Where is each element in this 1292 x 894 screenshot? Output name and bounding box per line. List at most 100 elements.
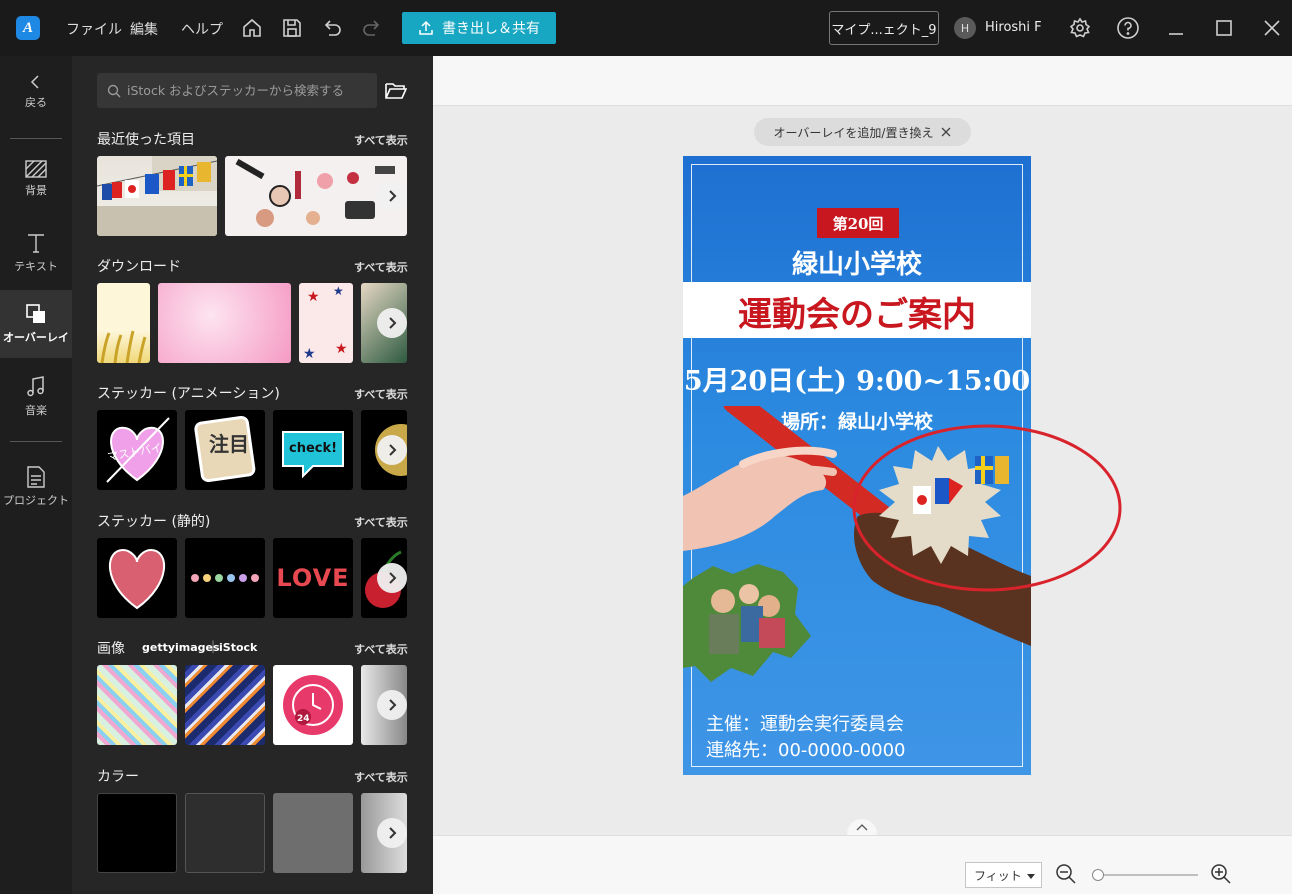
show-all-recent[interactable]: すべて表示 bbox=[354, 132, 408, 148]
section-title-animated-stickers: ステッカー (アニメーション) bbox=[97, 386, 280, 402]
svg-text:★: ★ bbox=[303, 346, 316, 362]
next-arrow-images[interactable] bbox=[377, 690, 407, 720]
settings-icon[interactable] bbox=[1066, 14, 1094, 42]
user-name[interactable]: Hiroshi F bbox=[985, 20, 1042, 35]
show-all-colors[interactable]: すべて表示 bbox=[354, 769, 408, 785]
image-clock[interactable]: 24 bbox=[273, 665, 353, 745]
color-swatch-black[interactable] bbox=[97, 793, 177, 873]
show-all-animated-stickers[interactable]: すべて表示 bbox=[354, 386, 408, 402]
next-arrow-recent[interactable] bbox=[377, 181, 407, 211]
expand-timeline-button[interactable] bbox=[847, 819, 877, 835]
back-label: 戻る bbox=[25, 96, 47, 109]
background-icon bbox=[25, 160, 47, 178]
sticker-dots[interactable] bbox=[185, 538, 265, 618]
overlay-panel: 最近使った項目 すべて表示 bbox=[72, 56, 433, 894]
show-all-static-stickers[interactable]: すべて表示 bbox=[354, 514, 408, 530]
zoom-in-icon[interactable] bbox=[1210, 863, 1232, 885]
minimize-icon[interactable] bbox=[1162, 14, 1190, 42]
folder-open-icon[interactable] bbox=[385, 82, 407, 100]
rail-item-background[interactable]: 背景 bbox=[0, 160, 72, 210]
project-icon bbox=[27, 466, 45, 488]
search-input[interactable] bbox=[127, 73, 367, 108]
zoom-mode-select[interactable]: フィット bbox=[965, 862, 1042, 888]
sticker-text: LOVE bbox=[276, 564, 350, 592]
sticker-heart[interactable] bbox=[97, 538, 177, 618]
annotation-ellipse bbox=[852, 424, 1122, 592]
thumbs-colors bbox=[97, 793, 407, 873]
canvas-top-strip bbox=[433, 56, 1292, 106]
menu-edit[interactable]: 編集 bbox=[130, 19, 158, 39]
help-icon[interactable] bbox=[1114, 14, 1142, 42]
back-button[interactable]: 戻る bbox=[0, 74, 72, 118]
poster-edition-badge[interactable]: 第20回 bbox=[817, 208, 899, 238]
sticker-love[interactable]: LOVE bbox=[273, 538, 353, 618]
menu-file[interactable]: ファイル bbox=[66, 19, 122, 39]
gettyimages-logo: gettyimages bbox=[142, 641, 220, 654]
project-name-button[interactable]: マイプ...ェクト_9 bbox=[829, 11, 939, 45]
color-swatch-dark-gray[interactable] bbox=[185, 793, 265, 873]
avatar[interactable]: H bbox=[954, 17, 976, 39]
maximize-icon[interactable] bbox=[1210, 14, 1238, 42]
rail-item-overlay[interactable]: オーバーレイ bbox=[0, 290, 72, 358]
thumbs-static-stickers: LOVE bbox=[97, 538, 407, 618]
top-bar: A ファイル 編集 ヘルプ 書き出し＆共有 マイプ...ェクト_9 H Hiro… bbox=[0, 0, 1292, 56]
color-swatch-gray[interactable] bbox=[273, 793, 353, 873]
zoom-slider-knob[interactable] bbox=[1092, 869, 1104, 881]
thumbs-animated-stickers: マストバイ 注目 check! bbox=[97, 410, 407, 490]
rail-item-text[interactable]: テキスト bbox=[0, 232, 72, 282]
undo-icon[interactable] bbox=[318, 14, 346, 42]
poster-organizer[interactable]: 主催：運動会実行委員会 bbox=[706, 710, 904, 736]
rail-label-project: プロジェクト bbox=[3, 494, 69, 507]
image-floral-navy[interactable] bbox=[185, 665, 265, 745]
thumbs-downloads: ★ ★ ★ ★ bbox=[97, 283, 407, 363]
image-floral-light[interactable] bbox=[97, 665, 177, 745]
zoom-out-icon[interactable] bbox=[1055, 863, 1077, 885]
section-title-images: 画像 bbox=[97, 641, 125, 657]
app-logo: A bbox=[16, 16, 40, 40]
overlay-add-replace-chip[interactable]: オーバーレイを追加/置き換え bbox=[754, 118, 971, 146]
close-icon[interactable] bbox=[941, 127, 951, 137]
svg-text:★: ★ bbox=[307, 289, 320, 305]
music-icon bbox=[27, 376, 44, 397]
rail-item-project[interactable]: プロジェクト bbox=[0, 466, 72, 516]
sticker-attention[interactable]: 注目 bbox=[185, 410, 265, 490]
thumb-stars[interactable]: ★ ★ ★ ★ bbox=[299, 283, 353, 363]
next-arrow-colors[interactable] bbox=[377, 818, 407, 848]
section-title-static-stickers: ステッカー (静的) bbox=[97, 514, 211, 530]
upload-icon bbox=[419, 20, 433, 35]
poster-school-name[interactable]: 緑山小学校 bbox=[683, 244, 1031, 281]
export-share-label: 書き出し＆共有 bbox=[442, 21, 540, 37]
svg-text:24: 24 bbox=[297, 714, 310, 724]
search-icon bbox=[107, 84, 121, 98]
export-share-button[interactable]: 書き出し＆共有 bbox=[402, 12, 556, 44]
zoom-slider-track[interactable] bbox=[1093, 874, 1198, 876]
overlay-icon bbox=[26, 304, 45, 323]
rail-divider bbox=[10, 138, 62, 139]
canvas-area: オーバーレイを追加/置き換え 第20回 緑山小学校 運動会のご案内 5月20日(… bbox=[433, 56, 1292, 894]
thumb-flags[interactable] bbox=[97, 156, 217, 236]
section-title-downloads: ダウンロード bbox=[97, 259, 181, 275]
show-all-downloads[interactable]: すべて表示 bbox=[354, 259, 408, 275]
poster-date[interactable]: 5月20日(土) 9:00~15:00 bbox=[683, 359, 1031, 398]
next-arrow-animated-stickers[interactable] bbox=[377, 435, 407, 465]
sticker-check[interactable]: check! bbox=[273, 410, 353, 490]
thumb-wheat[interactable] bbox=[97, 283, 150, 363]
redo-icon[interactable] bbox=[358, 14, 386, 42]
rail-item-music[interactable]: 音楽 bbox=[0, 376, 72, 426]
search-box[interactable] bbox=[97, 73, 377, 108]
menu-help[interactable]: ヘルプ bbox=[181, 19, 223, 39]
next-arrow-downloads[interactable] bbox=[377, 308, 407, 338]
save-icon[interactable] bbox=[278, 14, 306, 42]
show-all-images[interactable]: すべて表示 bbox=[354, 641, 408, 657]
home-icon[interactable] bbox=[238, 14, 266, 42]
sticker-must-buy[interactable]: マストバイ bbox=[97, 410, 177, 490]
text-icon bbox=[28, 234, 44, 253]
poster-title[interactable]: 運動会のご案内 bbox=[683, 287, 1031, 336]
close-icon[interactable] bbox=[1258, 14, 1286, 42]
thumb-pink-bokeh[interactable] bbox=[158, 283, 291, 363]
next-arrow-static-stickers[interactable] bbox=[377, 563, 407, 593]
chevron-up-icon bbox=[856, 824, 868, 831]
poster-contact[interactable]: 連絡先：00-0000-0000 bbox=[706, 736, 906, 762]
rail-label-overlay: オーバーレイ bbox=[3, 331, 69, 344]
thumbs-recent bbox=[97, 156, 407, 236]
